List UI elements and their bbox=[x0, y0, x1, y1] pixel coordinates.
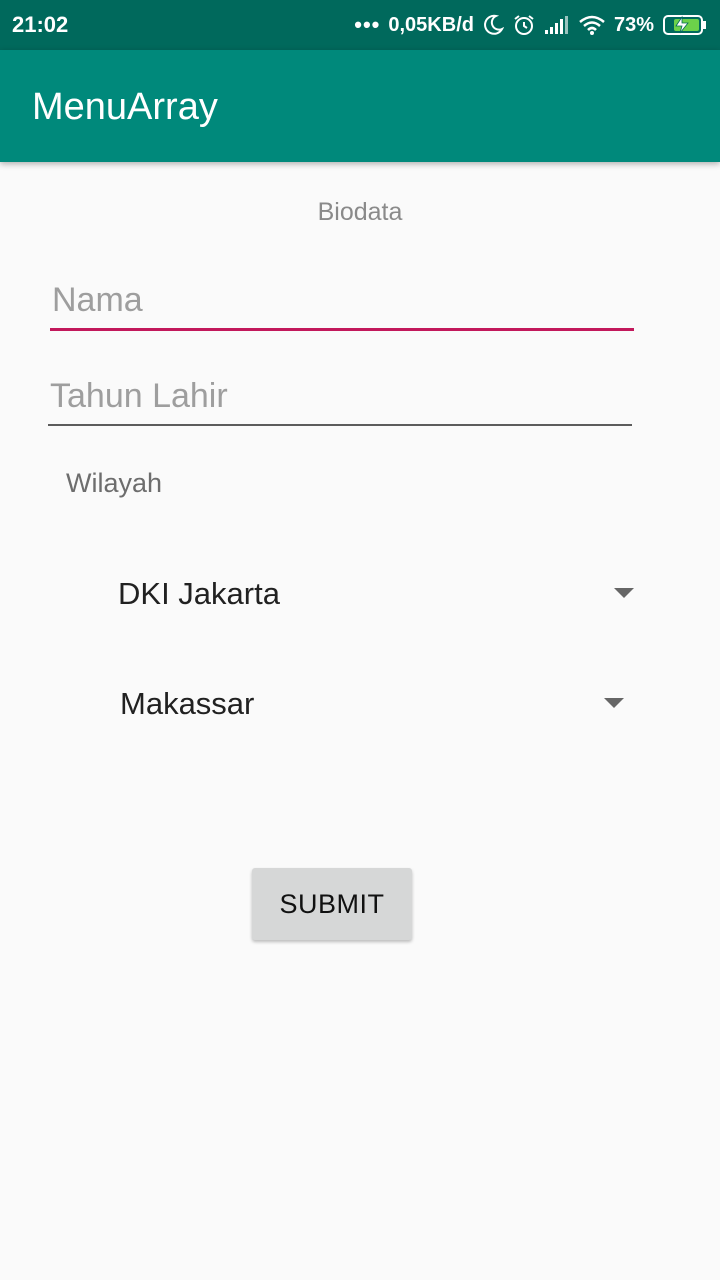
more-dots-icon: ••• bbox=[354, 12, 381, 37]
moon-icon bbox=[482, 14, 504, 36]
tahun-lahir-input[interactable]: Tahun Lahir bbox=[48, 366, 632, 426]
status-icons: ••• 0,05KB/d 73% bbox=[354, 10, 708, 40]
spinner-1-value: DKI Jakarta bbox=[118, 576, 280, 611]
status-bar: 21:02 ••• 0,05KB/d 73% bbox=[0, 0, 720, 50]
signal-icon bbox=[544, 15, 570, 35]
wilayah-label: Wilayah bbox=[66, 468, 163, 498]
wilayah-spinner-1[interactable]: DKI Jakarta bbox=[118, 566, 634, 626]
app-title: MenuArray bbox=[32, 86, 218, 128]
submit-button[interactable]: SUBMIT bbox=[252, 868, 412, 940]
dropdown-arrow-icon bbox=[614, 588, 634, 598]
status-time: 21:02 bbox=[12, 12, 69, 37]
spinner-2-value: Makassar bbox=[120, 686, 255, 721]
dropdown-arrow-icon bbox=[604, 698, 624, 708]
wifi-icon bbox=[578, 14, 606, 36]
network-speed: 0,05KB/d bbox=[388, 13, 474, 36]
nama-placeholder: Nama bbox=[52, 281, 143, 319]
wilayah-spinner-2[interactable]: Makassar bbox=[120, 676, 624, 736]
app-bar: MenuArray bbox=[0, 50, 720, 162]
battery-percentage: 73% bbox=[613, 13, 654, 36]
battery-charging-icon bbox=[662, 14, 708, 36]
alarm-icon bbox=[512, 13, 536, 37]
nama-input[interactable]: Nama bbox=[50, 270, 634, 331]
section-title: Biodata bbox=[317, 198, 403, 226]
tahun-lahir-placeholder: Tahun Lahir bbox=[50, 377, 228, 415]
